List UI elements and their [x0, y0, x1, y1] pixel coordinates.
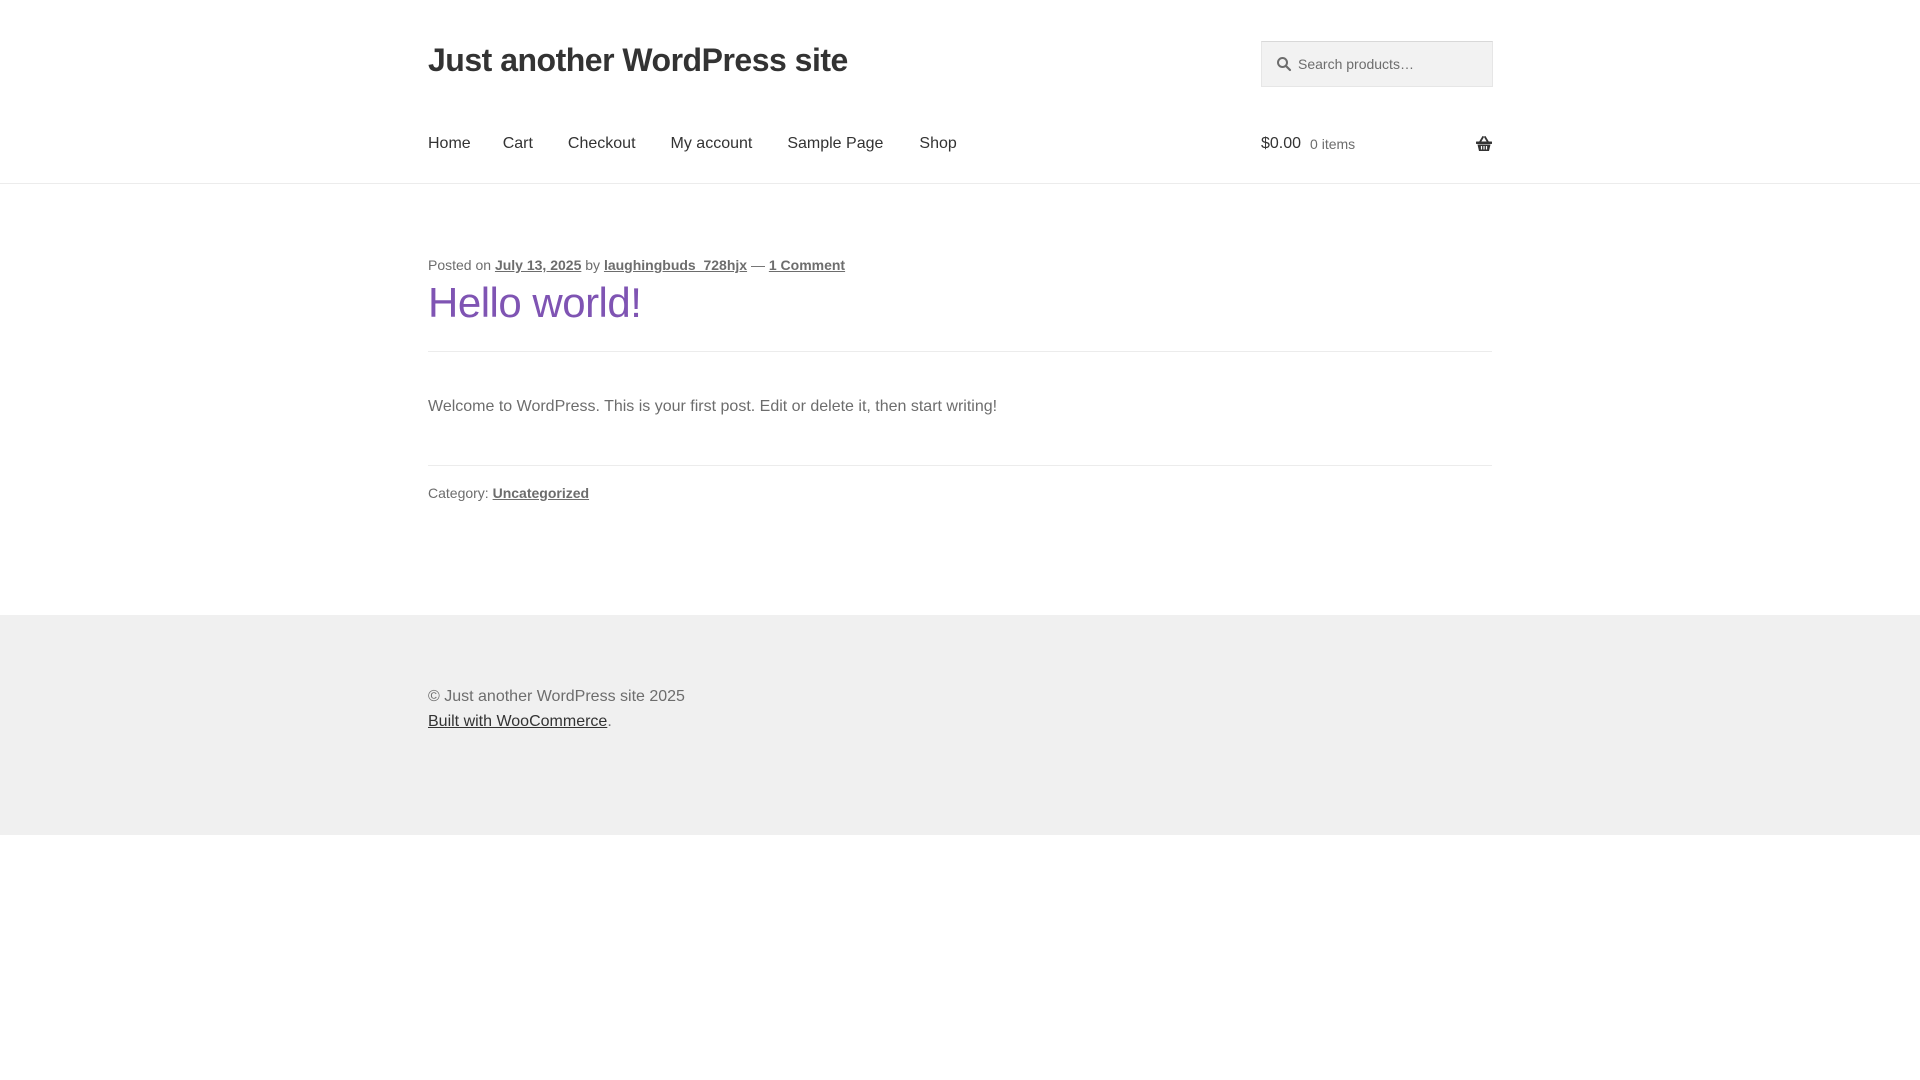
category-link[interactable]: Uncategorized — [493, 485, 589, 501]
by-label: by — [585, 257, 601, 273]
post-title[interactable]: Hello world! — [428, 276, 642, 330]
cart-amount: $0.00 — [1261, 135, 1302, 152]
credit-suffix: . — [607, 713, 612, 730]
nav-item-my-account[interactable]: My account — [671, 132, 753, 156]
nav-item-shop[interactable]: Shop — [919, 132, 956, 156]
category-label: Category: — [428, 485, 489, 501]
site-title[interactable]: Just another WordPress site — [428, 40, 848, 80]
post-content: Welcome to WordPress. This is your first… — [428, 398, 998, 415]
nav-item-checkout[interactable]: Checkout — [568, 132, 636, 156]
posted-on-label: Posted on — [428, 257, 492, 273]
footer-credit: Built with WooCommerce. — [428, 709, 612, 735]
post-author-link[interactable]: laughingbuds_728hjx — [604, 257, 747, 273]
cart-item-count: 0 items — [1310, 136, 1356, 152]
post-meta: Posted on July 13, 2025 by laughingbuds_… — [428, 254, 845, 276]
shopping-basket-icon — [1475, 135, 1493, 153]
search-input[interactable] — [1298, 56, 1478, 72]
site-footer: © Just another WordPress site 2025 Built… — [0, 615, 1920, 835]
site-header: Just another WordPress site Home Cart Ch… — [0, 0, 1920, 184]
search-icon — [1276, 56, 1292, 72]
header-cart[interactable]: $0.00 0 items — [1261, 132, 1493, 156]
product-search[interactable] — [1261, 41, 1493, 87]
woocommerce-credit-link[interactable]: Built with WooCommerce — [428, 713, 607, 730]
post-date-link[interactable]: July 13, 2025 — [495, 257, 581, 273]
post-category: Category: Uncategorized — [428, 482, 589, 504]
title-divider — [428, 351, 1492, 352]
content-divider — [428, 465, 1492, 466]
post-comments-link[interactable]: 1 Comment — [769, 257, 845, 273]
nav-item-cart[interactable]: Cart — [503, 132, 533, 156]
meta-separator: — — [750, 257, 765, 273]
footer-copyright: © Just another WordPress site 2025 — [428, 688, 685, 705]
primary-navigation: Home Cart Checkout My account Sample Pag… — [428, 132, 989, 156]
nav-item-home[interactable]: Home — [428, 132, 471, 156]
nav-item-sample-page[interactable]: Sample Page — [787, 132, 883, 156]
